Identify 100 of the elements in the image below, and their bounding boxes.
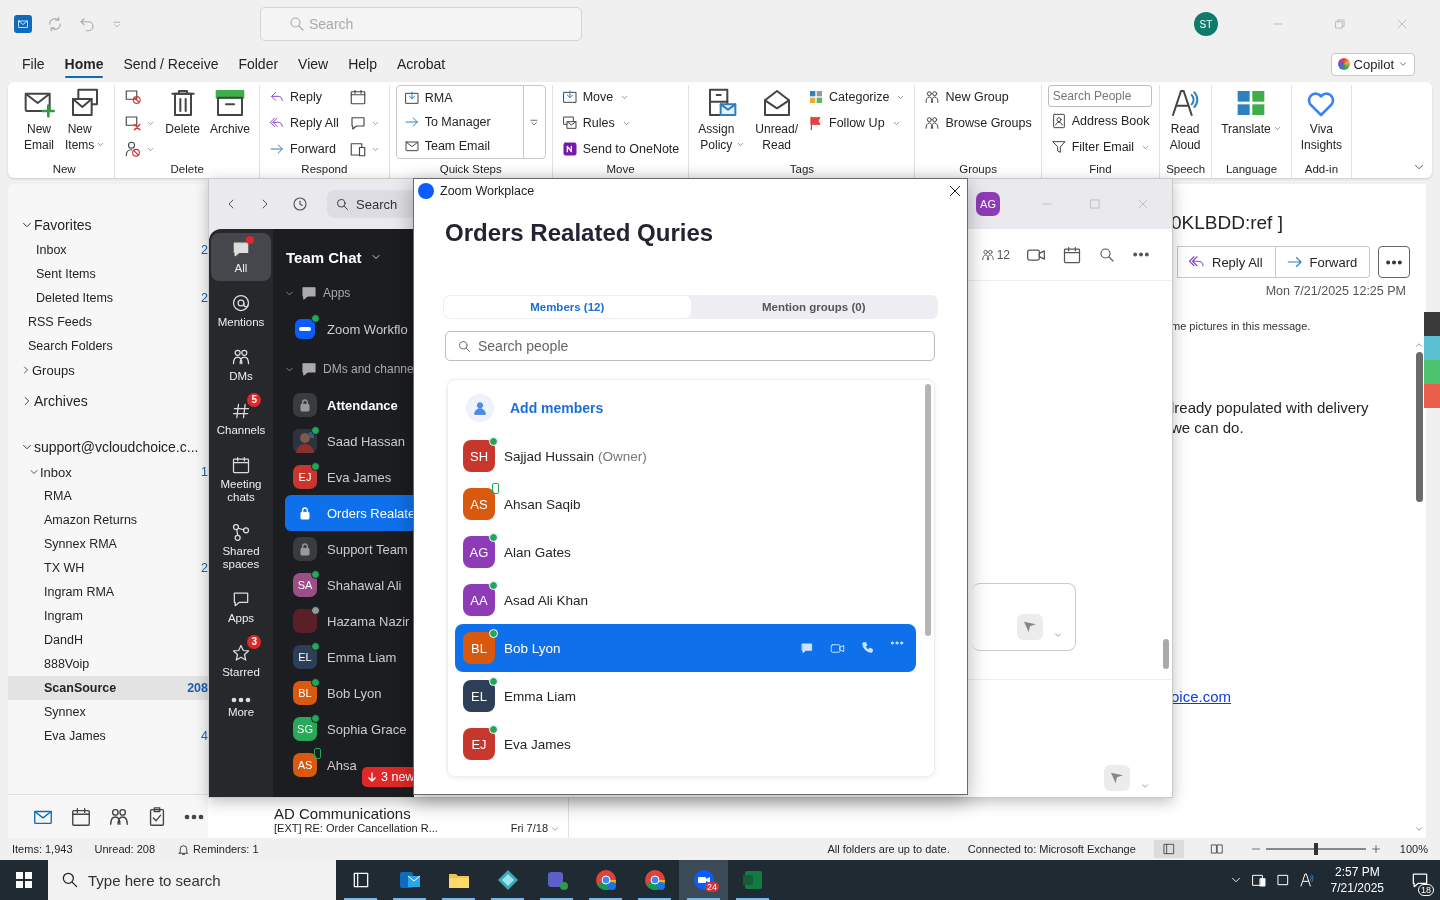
ribbon-button[interactable]: Browse Groups — [921, 111, 1035, 135]
chat-item[interactable]: EJ Eva James — [285, 459, 392, 495]
menu-tab[interactable]: Help — [339, 50, 386, 78]
ribbon-button[interactable]: Reply — [266, 85, 342, 109]
chat-item[interactable]: SG Sophia Grace — [285, 711, 407, 747]
chat-item[interactable]: Zoom Workflo — [285, 311, 408, 347]
ribbon-button[interactable]: Viva Insights — [1297, 85, 1346, 155]
folder-item[interactable]: RMA — [8, 484, 208, 508]
ribbon-button[interactable]: New Group — [921, 85, 1035, 109]
new-messages-badge[interactable]: 3 new — [362, 767, 414, 787]
folder-item[interactable]: Archives — [8, 388, 208, 414]
member-row[interactable]: AS Ahsan Saqib — [455, 480, 916, 528]
folder-item[interactable]: Favorites — [8, 212, 208, 238]
nav-tab[interactable]: DMs — [211, 341, 271, 389]
ribbon-button[interactable]: Filter Email — [1047, 135, 1154, 159]
nav-tab[interactable]: Meeting chats — [211, 449, 271, 510]
email-action-button[interactable]: Forward — [1275, 246, 1371, 278]
search-field[interactable]: Search People — [1047, 85, 1152, 107]
folder-item[interactable]: Synnex — [8, 700, 208, 724]
folder-item[interactable]: support@vcloudchoice.c... — [8, 434, 208, 460]
folder-item[interactable]: DandH — [8, 628, 208, 652]
chat-item[interactable]: BL Bob Lyon — [285, 675, 382, 711]
nav-tab[interactable]: 3 Starred — [211, 637, 271, 685]
folder-item[interactable]: Synnex RMA — [8, 532, 208, 556]
ribbon-button[interactable]: Rules — [558, 111, 683, 135]
ribbon-button[interactable]: New Items — [62, 85, 109, 155]
ribbon-button[interactable]: Unread/ Read — [752, 85, 802, 155]
section-header[interactable]: DMs and channe — [273, 351, 414, 387]
message-item[interactable]: AD Communications [EXT] RE: Order Cancellation R... Fri 7/18 — [208, 803, 568, 838]
chat-item[interactable]: EL Emma Liam — [285, 639, 397, 675]
folder-item[interactable]: Search Folders — [8, 334, 208, 358]
chat-item[interactable]: Orders Realate — [285, 495, 414, 531]
folder-item[interactable]: Sent Items — [8, 262, 208, 286]
menu-tab[interactable]: View — [289, 50, 338, 78]
menu-tab[interactable]: Home — [55, 50, 113, 78]
add-members-button[interactable]: Add members — [455, 384, 604, 432]
ribbon-button[interactable]: Archive — [207, 85, 254, 139]
folder-item[interactable]: Deleted Items 2 — [8, 286, 208, 310]
folder-item[interactable]: RSS Feeds — [8, 310, 208, 334]
tab[interactable]: Mention groups (0) — [690, 296, 937, 318]
folder-item[interactable]: Inbox 1 — [8, 460, 208, 484]
member-row[interactable]: EL Emma Liam — [455, 672, 916, 720]
ribbon-button[interactable]: Translate — [1218, 85, 1285, 139]
ribbon-button[interactable]: Team Email — [400, 134, 519, 158]
nav-tab[interactable]: More — [211, 691, 271, 725]
folder-item[interactable]: Inbox 2 — [8, 238, 208, 262]
chat-item[interactable]: SA Shahawal Ali — [285, 567, 402, 603]
reminders-button[interactable]: Reminders: 1 — [177, 842, 259, 856]
member-row[interactable]: AA Asad Ali Khan — [455, 576, 916, 624]
ribbon-button[interactable]: Delete — [162, 85, 204, 139]
nav-tab[interactable]: Apps — [211, 583, 271, 631]
menu-tab[interactable]: File — [13, 50, 54, 78]
nav-tab[interactable]: Shared spaces — [211, 516, 271, 577]
ribbon-button[interactable]: Reply All — [266, 111, 342, 135]
nav-tab[interactable]: Mentions — [211, 287, 271, 335]
folder-item[interactable]: TX WH 2 — [8, 556, 208, 580]
folder-item[interactable]: Ingram RMA — [8, 580, 208, 604]
user-avatar[interactable]: ST — [1194, 12, 1218, 36]
chat-item[interactable]: Saad Hassan — [285, 423, 406, 459]
clock[interactable]: 2:57 PM 7/21/2025 — [1322, 864, 1392, 896]
ribbon-button[interactable]: Assign Policy — [695, 85, 749, 155]
member-row[interactable]: AG Alan Gates — [455, 528, 916, 576]
taskbar-search-field[interactable]: Type here to search — [48, 860, 336, 900]
folder-item[interactable]: Groups — [8, 358, 208, 382]
search-field[interactable]: Search — [260, 7, 582, 41]
member-row[interactable]: EJ Eva James — [455, 720, 916, 768]
ribbon-button[interactable]: Follow Up — [805, 111, 909, 135]
ribbon-button[interactable]: Move — [558, 85, 683, 109]
section-header[interactable]: Apps — [273, 275, 414, 311]
chat-item[interactable]: AS Ahsa — [285, 747, 357, 783]
search-field[interactable]: Search — [327, 190, 413, 218]
member-count-button[interactable]: 12 — [980, 247, 1010, 262]
chat-item[interactable]: Support Team — [285, 531, 408, 567]
ribbon-button[interactable]: Categorize — [805, 85, 909, 109]
chat-item[interactable]: Attendance — [285, 387, 398, 423]
list-title[interactable]: Team Chat — [273, 243, 414, 271]
chat-item[interactable]: Hazama Nazir — [285, 603, 410, 639]
folder-item[interactable]: Eva James 4 — [8, 724, 208, 748]
member-row[interactable]: SH Sajjad Hussain (Owner) — [455, 432, 916, 480]
nav-tab[interactable]: 5 Channels — [211, 395, 271, 443]
copilot-button[interactable]: Copilot — [1330, 52, 1415, 76]
folder-item[interactable]: ScanSource 208 — [8, 676, 208, 700]
folder-item[interactable]: 888Voip — [8, 652, 208, 676]
member-row[interactable]: BL Bob Lyon — [455, 624, 916, 672]
ribbon-button[interactable]: RMA — [400, 86, 519, 110]
ribbon-button[interactable]: Read Aloud — [1166, 85, 1205, 155]
tab[interactable]: Members (12) — [444, 296, 691, 318]
menu-tab[interactable]: Send / Receive — [114, 50, 228, 78]
ribbon-button[interactable]: To Manager — [400, 110, 519, 134]
ribbon-button[interactable]: New Email — [20, 85, 58, 155]
folder-item[interactable]: Amazon Returns — [8, 508, 208, 532]
ribbon-button[interactable]: Address Book — [1047, 109, 1154, 133]
ribbon-button[interactable]: Forward — [266, 137, 342, 161]
email-link[interactable]: oice.com — [1171, 688, 1412, 705]
folder-item[interactable]: Ingram — [8, 604, 208, 628]
email-action-button[interactable]: Reply All — [1177, 246, 1276, 278]
user-avatar[interactable]: AG — [976, 192, 1000, 216]
menu-tab[interactable]: Acrobat — [388, 50, 455, 78]
ribbon-button[interactable]: Send to OneNote — [558, 137, 683, 161]
taskbar-app-button[interactable]: 24 — [679, 860, 728, 900]
